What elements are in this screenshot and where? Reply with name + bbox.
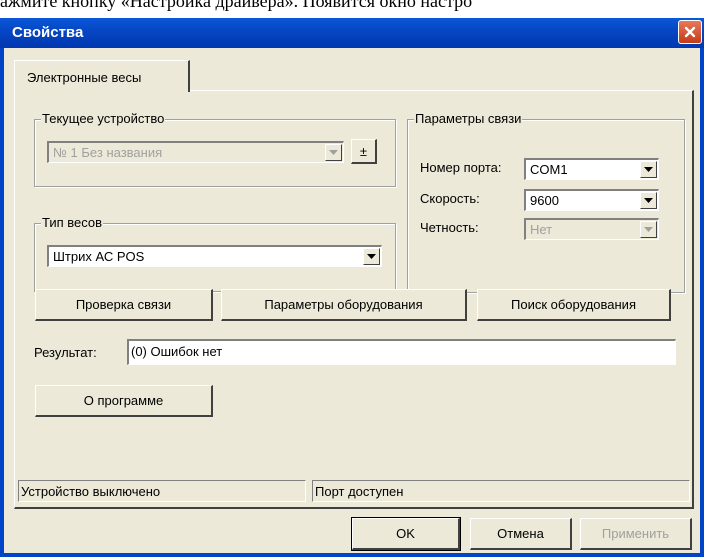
window-frame-left <box>0 48 4 557</box>
title-bar[interactable]: Свойства <box>0 18 704 48</box>
parity-select[interactable]: Нет <box>524 218 659 240</box>
window-frame-bottom <box>0 553 704 557</box>
background-document-text: ажмите кнопку «Настройка драйвера». Появ… <box>0 0 473 11</box>
chevron-down-icon[interactable] <box>640 221 657 238</box>
scale-type-value: Штрих АС POS <box>53 249 145 264</box>
tab-label: Электронные весы <box>27 70 142 85</box>
chevron-down-icon[interactable] <box>325 144 342 161</box>
equipment-params-button[interactable]: Параметры оборудования <box>221 289 467 321</box>
current-device-select[interactable]: № 1 Без названия <box>47 141 344 163</box>
status-device: Устройство выключено <box>18 480 306 502</box>
apply-label: Применить <box>601 526 670 541</box>
status-port-text: Порт доступен <box>315 484 404 499</box>
check-connection-label: Проверка связи <box>75 297 172 312</box>
chevron-down-icon[interactable] <box>640 192 657 209</box>
parity-label: Четность: <box>420 220 479 235</box>
current-device-group: Текущее устройство № 1 Без названия ± <box>34 111 396 187</box>
connection-params-legend: Параметры связи <box>414 111 523 126</box>
chevron-down-icon[interactable] <box>640 161 657 178</box>
ok-label: OK <box>396 526 415 541</box>
current-device-legend: Текущее устройство <box>41 111 166 126</box>
result-field[interactable]: (0) Ошибок нет <box>127 339 676 365</box>
port-value: COM1 <box>530 162 568 177</box>
equipment-params-label: Параметры оборудования <box>264 297 423 312</box>
status-device-text: Устройство выключено <box>21 484 161 499</box>
tab-panel: Текущее устройство № 1 Без названия ± Ти… <box>14 90 694 509</box>
cancel-button[interactable]: Отмена <box>470 518 572 550</box>
result-label: Результат: <box>34 345 97 360</box>
connection-params-group: Параметры связи Номер порта: COM1 Скорос… <box>407 111 685 293</box>
close-button[interactable] <box>678 20 702 44</box>
scale-type-group: Тип весов Штрих АС POS <box>34 215 396 292</box>
ok-button[interactable]: OK <box>351 517 461 551</box>
speed-select[interactable]: 9600 <box>524 189 659 211</box>
plusminus-button[interactable]: ± <box>351 139 377 164</box>
scale-type-select[interactable]: Штрих АС POS <box>47 245 382 267</box>
about-label: О программе <box>83 393 164 408</box>
scale-type-legend: Тип весов <box>41 215 104 230</box>
cancel-label: Отмена <box>497 526 544 541</box>
window-frame-right <box>700 48 704 557</box>
speed-value: 9600 <box>530 193 559 208</box>
chevron-down-icon[interactable] <box>363 248 380 265</box>
close-icon <box>684 26 696 38</box>
window-title: Свойства <box>12 24 84 41</box>
properties-dialog: Свойства Электронные весы Текущее устрой… <box>0 18 704 557</box>
tab-electronic-scales[interactable]: Электронные весы <box>14 60 190 92</box>
parity-value: Нет <box>530 222 553 237</box>
status-port: Порт доступен <box>312 480 690 502</box>
search-equipment-button[interactable]: Поиск оборудования <box>477 289 671 321</box>
port-select[interactable]: COM1 <box>524 158 659 180</box>
speed-label: Скорость: <box>420 191 480 206</box>
apply-button[interactable]: Применить <box>580 518 692 550</box>
port-label: Номер порта: <box>420 160 502 175</box>
about-button[interactable]: О программе <box>35 385 213 417</box>
check-connection-button[interactable]: Проверка связи <box>35 289 213 321</box>
current-device-value: № 1 Без названия <box>53 145 163 160</box>
plusminus-label: ± <box>359 143 368 159</box>
search-equipment-label: Поиск оборудования <box>511 297 636 312</box>
result-value: (0) Ошибок нет <box>131 344 223 359</box>
